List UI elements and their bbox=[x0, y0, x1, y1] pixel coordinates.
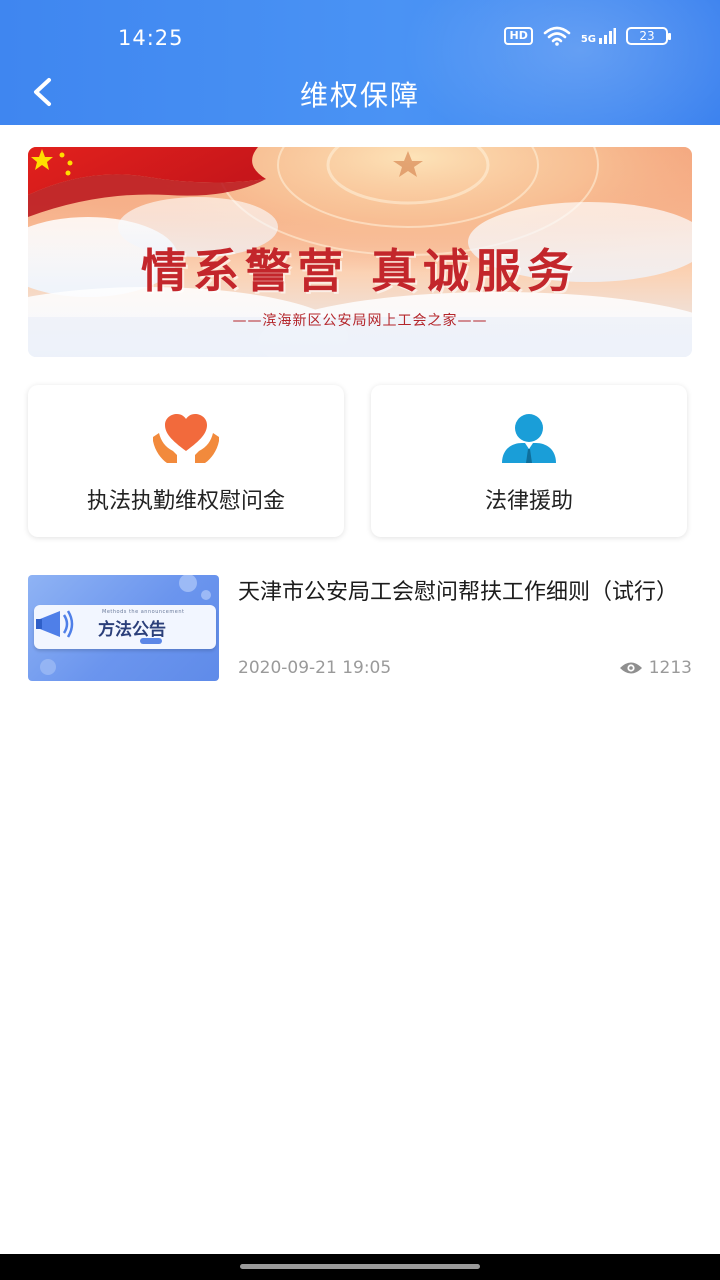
status-icons: HD 5G 23 bbox=[504, 26, 671, 46]
home-indicator[interactable] bbox=[240, 1264, 480, 1269]
megaphone-icon bbox=[36, 610, 74, 638]
banner-subtitle: ——滨海新区公安局网上工会之家—— bbox=[232, 313, 488, 329]
banner[interactable]: 情系警营 真诚服务 ——滨海新区公安局网上工会之家—— bbox=[28, 147, 692, 357]
hd-badge: HD bbox=[504, 27, 533, 45]
nav-bar: 维权保障 bbox=[0, 62, 720, 124]
app-header: 14:25 HD 5G 23 维权保障 bbox=[0, 0, 720, 125]
list-item[interactable]: Methods the announcement 方法公告 天津市公安局工会慰问… bbox=[28, 575, 692, 683]
article-views: 1213 bbox=[619, 658, 692, 678]
view-count: 1213 bbox=[648, 658, 692, 678]
card-label: 法律援助 bbox=[484, 489, 573, 514]
page: 14:25 HD 5G 23 维权保障 情系警营 真诚服务 ——滨海新区公安局网… bbox=[0, 0, 720, 1280]
eye-icon bbox=[619, 662, 642, 674]
card-label: 执法执勤维权慰问金 bbox=[86, 489, 285, 514]
card-legal-aid[interactable]: 法律援助 bbox=[371, 385, 687, 537]
battery-indicator: 23 bbox=[626, 27, 671, 45]
article-thumbnail: Methods the announcement 方法公告 bbox=[28, 575, 219, 681]
heart-hands-icon bbox=[153, 414, 219, 463]
banner-slogan: 情系警营 真诚服务 bbox=[140, 244, 579, 298]
article-title: 天津市公安局工会慰问帮扶工作细则（试行） bbox=[238, 580, 679, 605]
system-nav-bar bbox=[0, 1254, 720, 1280]
status-bar: 14:25 HD 5G 23 bbox=[0, 0, 720, 70]
wifi-icon bbox=[543, 26, 571, 46]
cellular-signal-icon: 5G bbox=[581, 27, 616, 45]
status-time: 14:25 bbox=[118, 26, 184, 50]
person-icon bbox=[502, 414, 556, 463]
card-condolence-fund[interactable]: 执法执勤维权慰问金 bbox=[28, 385, 344, 537]
article-date: 2020-09-21 19:05 bbox=[238, 658, 392, 678]
page-title: 维权保障 bbox=[299, 79, 420, 112]
